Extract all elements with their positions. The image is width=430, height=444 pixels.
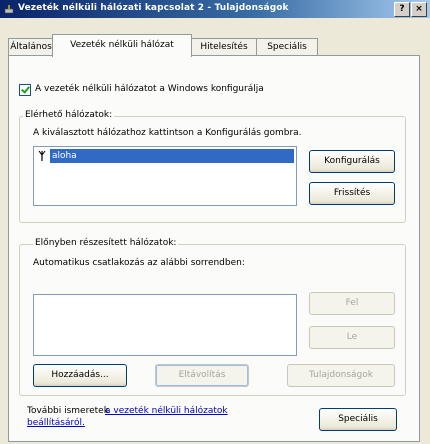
move-down-button[interactable]: Le [309,326,395,349]
help-button[interactable]: ? [394,2,410,17]
title-bar: Vezeték nélküli hálózati kapcsolat 2 - T… [0,0,430,18]
properties-button[interactable]: Tulajdonságok [287,364,395,387]
tab-general[interactable]: Általános [8,38,54,56]
advanced-button[interactable]: Speciális [319,408,397,431]
tab-advanced[interactable]: Speciális [256,38,318,56]
preferred-networks-list[interactable] [33,294,297,356]
network-name: aloha [50,149,294,163]
add-button[interactable]: Hozzáadás... [33,364,127,387]
available-networks-list[interactable]: aloha [33,146,297,206]
close-button[interactable]: × [411,2,427,17]
available-description: A kiválasztott hálózathoz kattintson a K… [33,128,302,138]
list-item[interactable]: aloha [36,149,294,164]
help-link-line1[interactable]: a vezeték nélküli hálózatok [105,406,228,416]
tab-authentication[interactable]: Hitelesítés [190,38,258,56]
footer-text: További ismeretek [27,406,109,416]
available-networks-legend: Elérhető hálózatok: [23,110,115,120]
move-up-button[interactable]: Fel [309,292,395,315]
antenna-icon [38,150,46,161]
refresh-button[interactable]: Frissítés [309,182,395,205]
tab-panel: A vezeték nélküli hálózatot a Windows ko… [8,55,420,442]
preferred-networks-legend: Előnyben részesített hálózatok: [33,238,179,248]
network-connection-icon [4,5,14,14]
windows-config-checkbox[interactable] [19,84,31,96]
help-link-line2[interactable]: beállításáról. [27,418,85,428]
windows-config-label: A vezeték nélküli hálózatot a Windows ko… [35,84,264,94]
preferred-description: Automatikus csatlakozás az alábbi sorren… [33,258,245,268]
remove-button[interactable]: Eltávolítás [155,364,249,387]
window-title: Vezeték nélküli hálózati kapcsolat 2 - T… [18,3,289,13]
configure-button[interactable]: Konfigurálás [309,150,395,173]
tab-wireless-networks[interactable]: Vezeték nélküli hálózat [52,34,192,57]
